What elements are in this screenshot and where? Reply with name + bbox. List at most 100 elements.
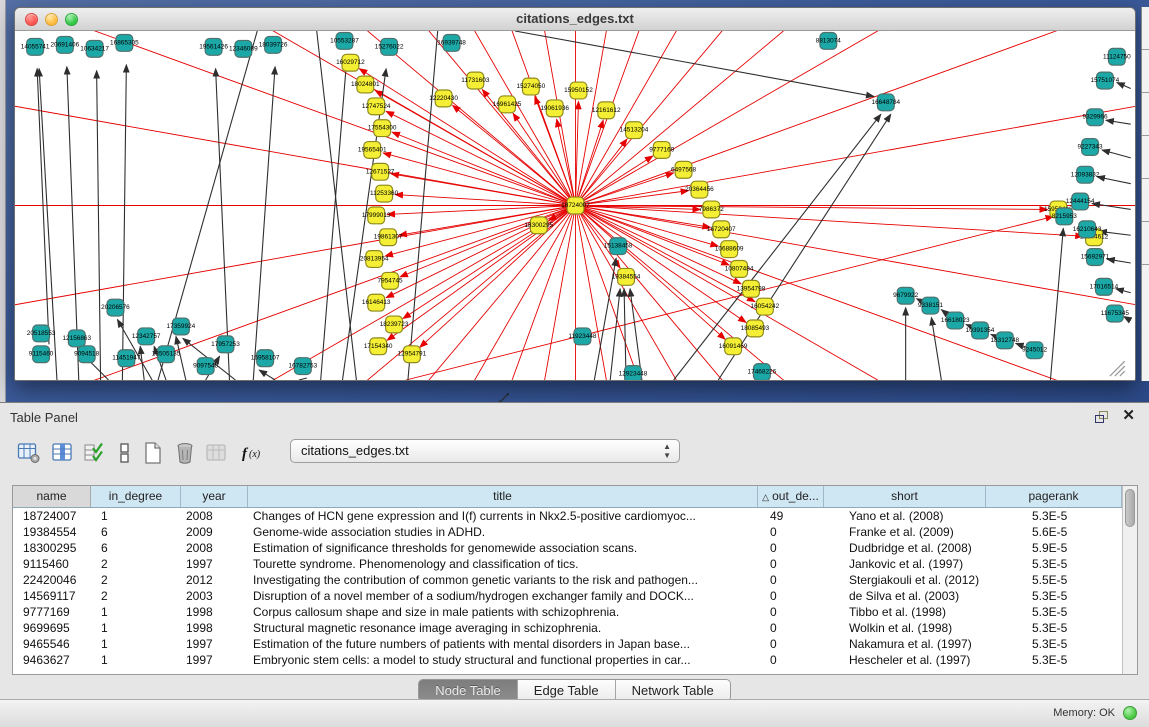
network-node[interactable]: 16865305 <box>110 34 139 51</box>
column-visibility-button[interactable] <box>48 437 78 469</box>
column-header-short[interactable]: short <box>824 486 986 507</box>
table-row[interactable]: 1830029562008Estimation of significance … <box>13 540 1122 556</box>
table-cell[interactable]: 1998 <box>181 620 248 636</box>
table-cell[interactable]: 2 <box>91 572 181 588</box>
network-node[interactable]: 9679922 <box>893 287 918 304</box>
network-node[interactable]: 16720407 <box>707 221 736 238</box>
column-header-in_degree[interactable]: in_degree <box>91 486 181 507</box>
network-node[interactable]: 7986372 <box>699 201 724 218</box>
citation-edge[interactable] <box>575 206 1083 237</box>
tab-network-table[interactable]: Network Table <box>616 680 730 701</box>
network-node[interactable]: 17359924 <box>167 318 196 335</box>
network-node[interactable]: 15274050 <box>517 78 546 95</box>
citation-edge[interactable] <box>299 378 307 380</box>
network-node[interactable]: 20206576 <box>101 299 130 316</box>
network-node[interactable]: 12954791 <box>398 346 427 363</box>
table-cell[interactable]: Estimation of the future numbers of pati… <box>248 636 758 652</box>
network-node[interactable]: 11923448 <box>568 328 597 345</box>
network-node[interactable]: 7954745 <box>378 272 403 289</box>
network-node[interactable]: 10634217 <box>80 40 109 57</box>
table-cell[interactable]: 6 <box>91 540 181 556</box>
citation-edge[interactable] <box>1102 150 1131 158</box>
delete-table-button[interactable] <box>170 437 200 469</box>
float-panel-icon[interactable] <box>1095 411 1109 424</box>
table-cell[interactable]: 18300295 <box>13 540 91 556</box>
network-node[interactable]: 6497568 <box>671 161 696 178</box>
network-node[interactable]: 17957253 <box>211 336 240 353</box>
network-node[interactable]: 12342757 <box>132 328 161 345</box>
table-row[interactable]: 946362711997Embryonic stem cells: a mode… <box>13 652 1122 668</box>
citation-edge[interactable] <box>575 31 696 206</box>
table-cell[interactable]: 5.3E-5 <box>986 604 1122 620</box>
table-cell[interactable]: 2009 <box>181 524 248 540</box>
network-node[interactable]: 11675345 <box>1101 305 1130 322</box>
vertical-scrollbar[interactable] <box>1122 486 1137 674</box>
citation-edge[interactable] <box>455 206 576 381</box>
table-cell[interactable]: Stergiakouli et al. (2012) <box>824 572 986 588</box>
network-node[interactable]: 9097548 <box>193 358 218 375</box>
table-cell[interactable]: 1997 <box>181 636 248 652</box>
citation-edge[interactable] <box>575 206 718 247</box>
table-cell[interactable]: 1997 <box>181 652 248 668</box>
table-cell[interactable]: 0 <box>758 556 824 572</box>
citation-edge[interactable] <box>44 31 575 206</box>
table-cell[interactable]: 5.3E-5 <box>986 620 1122 636</box>
table-cell[interactable]: 2 <box>91 556 181 572</box>
table-cell[interactable]: 5.3E-5 <box>986 652 1122 668</box>
table-cell[interactable]: 5.3E-5 <box>986 636 1122 652</box>
network-node[interactable]: 9777169 <box>649 142 674 159</box>
scrollbar-thumb[interactable] <box>1125 489 1135 527</box>
table-cell[interactable]: Tibbo et al. (1998) <box>824 604 986 620</box>
column-header-out_de[interactable]: △out_de... <box>758 486 824 507</box>
citation-edge[interactable] <box>1097 177 1131 184</box>
table-cell[interactable]: 0 <box>758 540 824 556</box>
citation-edge[interactable] <box>575 206 725 340</box>
table-cell[interactable]: 9699695 <box>13 620 91 636</box>
window-titlebar[interactable]: citations_edges.txt <box>15 8 1135 31</box>
table-cell[interactable]: Hescheler et al. (1997) <box>824 652 986 668</box>
column-header-title[interactable]: title <box>248 486 758 507</box>
citation-edge[interactable] <box>575 206 696 381</box>
table-cell[interactable]: 0 <box>758 572 824 588</box>
network-node[interactable]: 9338151 <box>918 297 943 314</box>
table-cell[interactable]: 1 <box>91 604 181 620</box>
table-cell[interactable]: 0 <box>758 620 824 636</box>
table-cell[interactable]: Dudbridge et al. (2008) <box>824 540 986 556</box>
citation-edge[interactable] <box>575 139 627 205</box>
table-cell[interactable]: 2008 <box>181 508 248 524</box>
network-node[interactable]: 12747524 <box>362 98 391 115</box>
new-table-button[interactable] <box>138 437 168 469</box>
row-height-button[interactable] <box>110 437 140 469</box>
table-cell[interactable]: Genome-wide association studies in ADHD. <box>248 524 758 540</box>
citation-edge[interactable] <box>253 67 275 380</box>
table-cell[interactable]: Disruption of a novel member of a sodium… <box>248 588 758 604</box>
table-settings-button[interactable] <box>14 437 44 469</box>
network-node[interactable]: 9329966 <box>1082 109 1107 126</box>
citation-edge[interactable] <box>321 63 347 380</box>
citation-edge[interactable] <box>400 206 575 277</box>
citation-edge[interactable] <box>97 71 101 380</box>
citation-edge[interactable] <box>610 289 620 380</box>
citation-edge[interactable] <box>1106 120 1131 124</box>
network-node[interactable]: 10807484 <box>725 261 754 278</box>
citation-edge[interactable] <box>259 370 275 380</box>
table-cell[interactable]: 2008 <box>181 540 248 556</box>
network-node[interactable]: 20813954 <box>360 251 389 268</box>
network-node[interactable]: 18312748 <box>990 332 1019 349</box>
table-cell[interactable]: 1 <box>91 652 181 668</box>
network-node[interactable]: 18300295 <box>524 217 553 234</box>
citation-edge[interactable] <box>176 336 186 380</box>
network-node[interactable]: 12671527 <box>366 163 395 180</box>
tab-node-table[interactable]: Node Table <box>419 680 518 701</box>
citation-edge[interactable] <box>674 114 881 380</box>
table-cell[interactable]: Estimation of significance thresholds fo… <box>248 540 758 556</box>
table-cell[interactable]: 1 <box>91 636 181 652</box>
network-node[interactable]: 12161612 <box>592 102 621 119</box>
table-cell[interactable]: Franke et al. (2009) <box>824 524 986 540</box>
network-node[interactable]: 20518553 <box>27 325 56 342</box>
table-cell[interactable]: 14569117 <box>13 588 91 604</box>
citation-edge[interactable] <box>575 191 688 206</box>
citation-edge[interactable] <box>383 153 575 206</box>
network-node[interactable]: 9115460 <box>29 346 54 363</box>
table-cell[interactable]: Investigating the contribution of common… <box>248 572 758 588</box>
